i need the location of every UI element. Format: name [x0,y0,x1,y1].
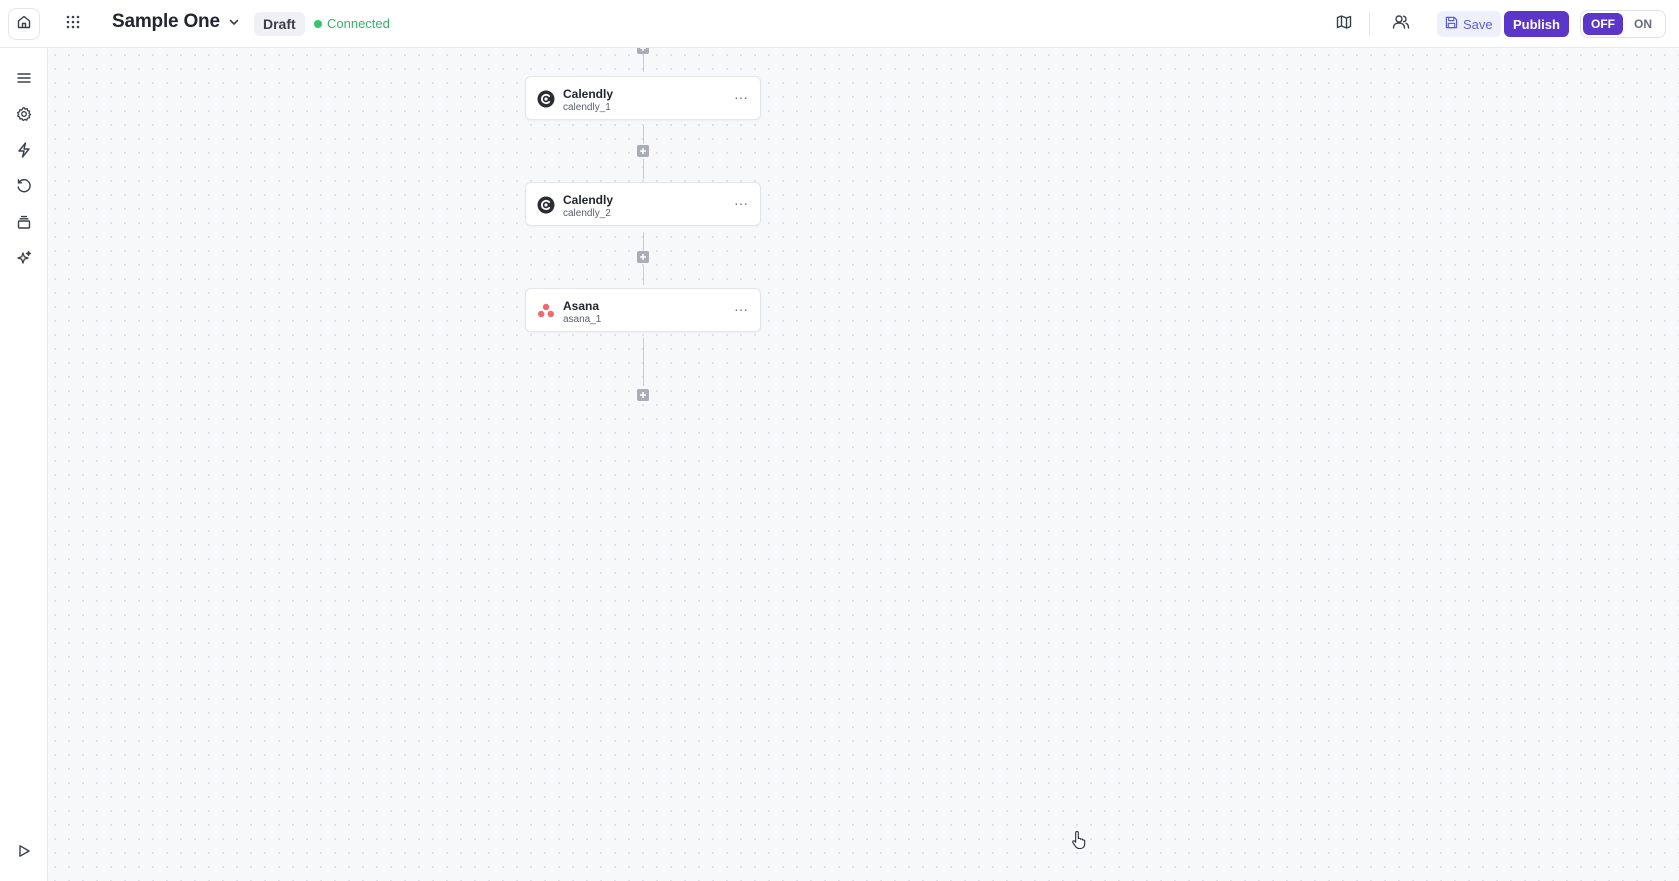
node-subtitle: asana_1 [563,314,602,325]
map-icon [1336,14,1352,35]
add-step-button[interactable] [637,251,649,263]
connector-line [643,338,644,386]
sidebar-item-layers[interactable] [14,214,34,234]
home-button[interactable] [8,8,40,40]
history-icon [16,178,32,199]
collaborators-button[interactable] [1390,14,1412,34]
node-subtitle: calendly_2 [563,208,611,219]
lightning-icon [17,141,31,163]
header-divider [1369,12,1370,36]
workflow-node[interactable]: Asana asana_1 ··· [525,288,761,332]
chevron-down-icon [228,16,240,28]
plus-icon [639,48,647,57]
status-badge: Draft [254,12,305,36]
workflow-node[interactable]: Calendly calendly_2 ··· [525,182,761,226]
add-step-button[interactable] [637,48,649,54]
sidebar-item-history[interactable] [14,178,34,198]
sidebar-item-settings[interactable] [14,106,34,126]
gear-icon [16,106,32,127]
top-bar: Sample One Draft Connected Save Publish … [0,0,1679,48]
save-label: Save [1463,16,1493,32]
connection-status-label: Connected [327,16,390,31]
status-dot-icon [314,19,322,28]
save-icon [1445,16,1458,32]
connector-line [643,265,644,285]
workflow-canvas[interactable]: Calendly calendly_1 ··· Calendly calendl… [48,48,1679,881]
calendly-icon [536,89,556,109]
workflow-active-toggle[interactable]: OFF ON [1580,10,1666,38]
menu-icon [16,71,32,90]
node-menu-button[interactable]: ··· [734,196,748,210]
sparkle-icon [16,250,32,271]
workflow-title-dropdown[interactable]: Sample One [112,11,240,33]
plus-icon [639,142,647,160]
node-title: Calendly [563,193,614,207]
users-icon [1392,14,1410,35]
toggle-off-option[interactable]: OFF [1583,13,1623,35]
add-step-button[interactable] [637,389,649,401]
node-menu-button[interactable]: ··· [734,302,748,316]
sidebar-item-ai[interactable] [14,250,34,270]
workflow-title: Sample One [112,11,220,32]
play-icon [17,844,31,863]
asana-icon [536,301,556,321]
workflow-node[interactable]: Calendly calendly_1 ··· [525,76,761,120]
node-title: Calendly [563,87,614,101]
map-button[interactable] [1334,14,1354,34]
run-button[interactable] [14,843,34,863]
add-step-button[interactable] [637,145,649,157]
node-menu-button[interactable]: ··· [734,90,748,104]
publish-button[interactable]: Publish [1504,11,1569,37]
calendly-icon [536,195,556,215]
hand-cursor-icon [1071,830,1089,850]
toggle-on-option[interactable]: ON [1623,13,1663,35]
left-sidebar [0,48,48,881]
stack-icon [16,214,32,235]
apps-grid-icon [66,15,80,34]
node-subtitle: calendly_1 [563,102,611,113]
connector-line [643,159,644,179]
sidebar-item-triggers[interactable] [14,141,34,163]
home-icon [16,14,32,35]
node-title: Asana [563,299,600,313]
plus-icon [639,248,647,266]
plus-icon [639,386,647,404]
save-button[interactable]: Save [1437,11,1501,37]
sidebar-item-menu[interactable] [14,70,34,90]
apps-grid-button[interactable] [63,14,83,34]
connection-status: Connected [314,16,390,31]
